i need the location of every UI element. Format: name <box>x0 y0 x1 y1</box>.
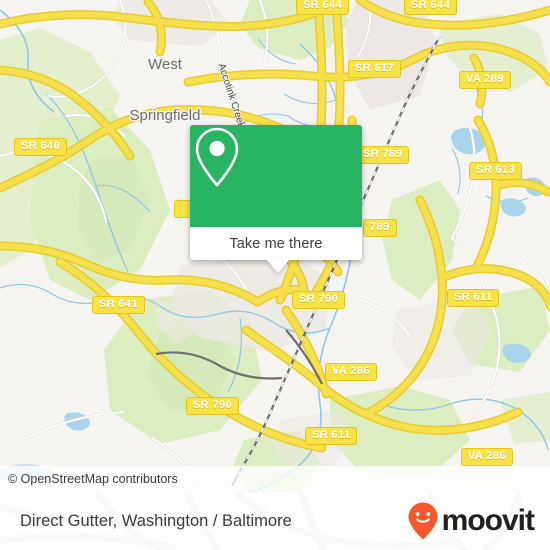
moovit-pin-smiley-icon <box>408 502 438 540</box>
moovit-logo[interactable]: moovit <box>408 502 550 540</box>
road-shield-sr-644-west[interactable]: SR 644 <box>296 0 350 15</box>
popup-image-area <box>190 125 362 227</box>
osm-attribution-text[interactable]: © OpenStreetMap contributors <box>0 472 178 486</box>
map-screenshot: .park{fill:#dcedc2;} .park2{fill:#cfe8b4… <box>0 0 550 550</box>
road-shield-sr-789[interactable]: SR 789 <box>356 146 410 164</box>
road-shield-sr-611-upper[interactable]: SR 611 <box>447 289 500 307</box>
place-label-line1: West <box>148 56 182 73</box>
road-shield-789[interactable]: 789 <box>363 219 397 237</box>
road-shield-va-286-lower[interactable]: VA 286 <box>461 448 513 466</box>
footer-bar: Direct Gutter, Washington / Baltimore mo… <box>0 492 550 550</box>
location-title: Direct Gutter, Washington / Baltimore <box>20 511 292 530</box>
map-canvas[interactable]: .park{fill:#dcedc2;} .park2{fill:#cfe8b4… <box>0 0 550 492</box>
road-shield-sr-640[interactable]: SR 640 <box>14 138 68 156</box>
take-me-there-label: Take me there <box>229 235 323 252</box>
road-shield-sr-617[interactable]: SR 617 <box>348 60 402 78</box>
road-shield-va-286-upper[interactable]: VA 286 <box>325 363 377 381</box>
road-shield-sr-790-lower[interactable]: SR 790 <box>186 397 240 415</box>
road-shield-sr-644-east[interactable]: SR 644 <box>404 0 458 15</box>
location-popup-card[interactable]: Take me there <box>190 125 362 273</box>
road-shield-sr-611-lower[interactable]: SR 611 <box>305 427 358 445</box>
popup-cta-bar[interactable]: Take me there <box>190 227 362 273</box>
map-attribution-bar: © OpenStreetMap contributors <box>0 466 550 492</box>
moovit-wordmark: moovit <box>441 504 535 537</box>
road-shield-sr-613[interactable]: SR 613 <box>469 162 523 180</box>
map-pin-icon <box>195 127 239 187</box>
road-shield-sr-641[interactable]: SR 641 <box>92 296 146 314</box>
road-shield-sr-790-upper[interactable]: SR 790 <box>292 291 346 309</box>
place-label-line2: Springfield <box>129 107 201 124</box>
popup-pointer-tail <box>266 259 290 273</box>
road-shield-va-289[interactable]: VA 289 <box>459 71 511 89</box>
